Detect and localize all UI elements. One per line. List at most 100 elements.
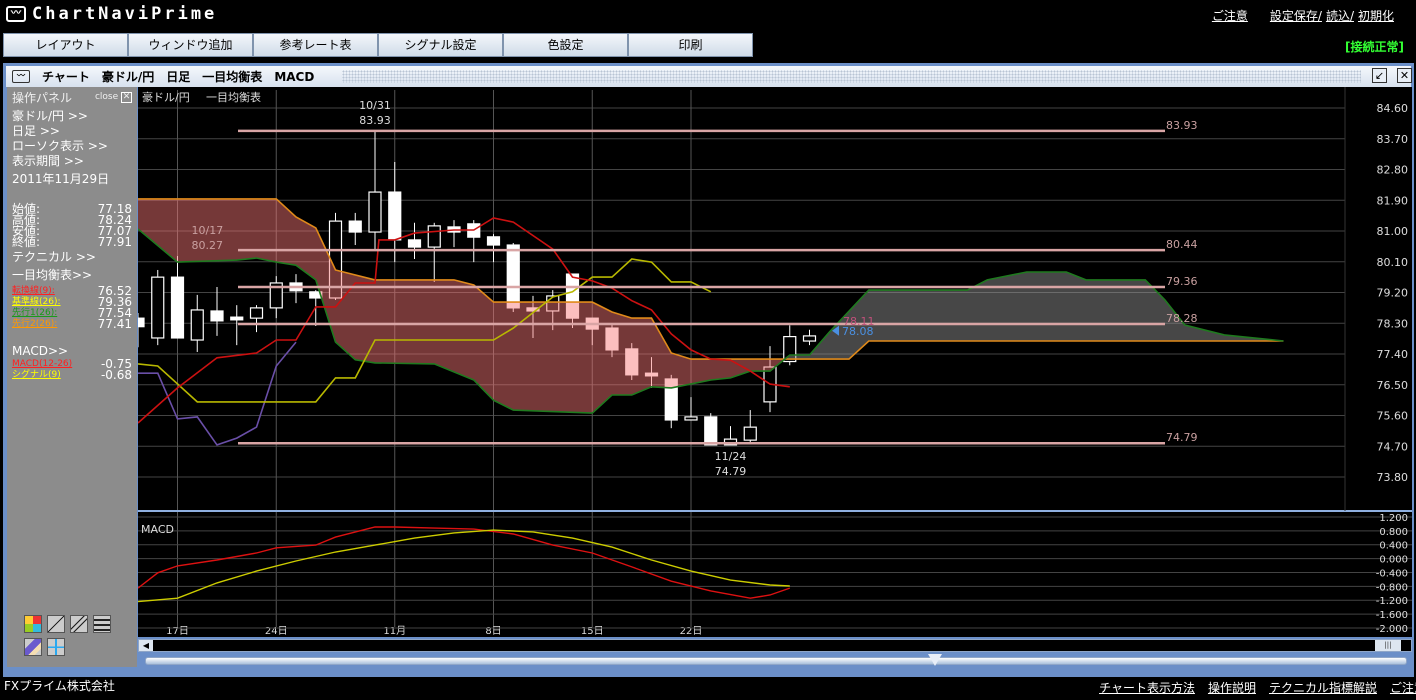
candle-up [249, 307, 264, 319]
drawing-tools-row-2 [24, 638, 65, 656]
candle-down [407, 239, 422, 248]
technical-guide-link[interactable]: テクニカル指標解説 [1269, 679, 1377, 696]
annotation-date: 10/31 [359, 99, 391, 112]
panel-title: 操作パネル [12, 90, 73, 105]
close-row: 終値: 77.91 [12, 235, 132, 249]
ichimoku-row: 先行2(26): 77.41 [12, 317, 132, 331]
price-chart[interactable]: 84.60 83.70 82.80 81.90 81.00 80.10 79.20 78.30… [138, 87, 1412, 637]
chart-pair-label: 豪ドル/円 [142, 90, 190, 104]
candle-down [230, 316, 244, 321]
period-slider-track[interactable] [145, 657, 1407, 665]
macd-tick-label: 0.400 [1379, 541, 1408, 552]
titlebar-drag-area[interactable] [342, 70, 1361, 83]
scroll-thumb[interactable]: ||| [1375, 640, 1401, 651]
macd-panel-label: MACD [141, 523, 174, 536]
candle-up [190, 309, 204, 341]
main-menu: レイアウト ウィンドウ追加 参考レート表 シグナル設定 色設定 印刷 [3, 33, 753, 57]
ichimoku-link[interactable]: 一目均衡表>> [12, 268, 132, 283]
trendline-icon[interactable] [47, 615, 65, 633]
candle-up [368, 191, 382, 233]
ichimoku-label[interactable]: 先行1(26): [12, 308, 57, 319]
price-tick-label: 81.90 [1377, 194, 1409, 207]
title-chart: チャート [42, 70, 90, 84]
technical-link[interactable]: テクニカル >> [12, 250, 132, 265]
candle-display-link[interactable]: ローソク表示 >> [12, 139, 132, 154]
scroll-left-button[interactable]: ◀ [139, 640, 153, 651]
ichimoku-label[interactable]: 先行2(26): [12, 319, 57, 330]
footer-notice-link[interactable]: ご注意 [1390, 679, 1416, 696]
crosshair-icon[interactable] [47, 638, 65, 656]
chart-icon: 〰 [12, 70, 30, 83]
close-icon[interactable]: ✕ [1397, 68, 1412, 83]
current-price-label: 78.08 [842, 325, 874, 338]
logo-icon: 〰 [6, 6, 26, 22]
macd-label[interactable]: MACD(12-26) [12, 359, 72, 370]
macd-tick-label: -2.000 [1376, 624, 1408, 635]
timeframe-link[interactable]: 日足 >> [12, 124, 132, 139]
candle-down [348, 220, 362, 233]
macd-tick-label: 0.000 [1379, 555, 1408, 566]
title-pair: 豪ドル/円 [101, 70, 155, 84]
price-tick-label: 83.70 [1377, 133, 1409, 146]
macd-tick-label: 0.800 [1379, 527, 1408, 538]
load-settings-link[interactable]: 読込/ [1326, 7, 1354, 24]
pair-link[interactable]: 豪ドル/円 >> [12, 109, 132, 124]
level-label: 74.79 [1166, 431, 1198, 444]
level-label: 79.36 [1166, 275, 1198, 288]
operation-panel: 操作パネル close ✕ 豪ドル/円 >> 日足 >> ローソク表示 >> 表示… [7, 87, 137, 667]
horizontal-lines-icon[interactable] [93, 615, 111, 633]
print-button[interactable]: 印刷 [628, 33, 753, 57]
company-name: FXプライム株式会社 [4, 679, 115, 693]
selected-date: 2011年11月29日 [12, 172, 110, 186]
close-box-icon: ✕ [121, 91, 132, 103]
chart-indicator-label: 一目均衡表 [206, 90, 261, 104]
panel-close-button[interactable]: close ✕ [94, 91, 132, 103]
close-value: 77.91 [97, 235, 132, 249]
top-links: ご注意 設定保存/ 読込/ 初期化 [1212, 7, 1394, 24]
window-titlebar[interactable]: 〰 チャート 豪ドル/円 日足 一目均衡表 MACD [6, 66, 1411, 87]
reset-settings-link[interactable]: 初期化 [1358, 7, 1394, 24]
price-tick-label: 78.30 [1377, 317, 1409, 330]
parallel-lines-icon[interactable] [70, 615, 88, 633]
candle-down [486, 236, 501, 246]
color-settings-button[interactable]: 色設定 [503, 33, 628, 57]
chart-howto-link[interactable]: チャート表示方法 [1099, 679, 1195, 696]
price-tick-label: 73.80 [1377, 471, 1409, 484]
close-label: 終値: [12, 235, 41, 249]
period-slider-thumb[interactable] [928, 654, 942, 666]
save-settings-link[interactable]: 設定保存/ [1270, 7, 1322, 24]
add-window-button[interactable]: ウィンドウ追加 [128, 33, 253, 57]
ichimoku-value: 77.41 [97, 317, 132, 331]
close-label: close [94, 91, 119, 102]
level-label: 80.44 [1166, 238, 1198, 251]
connection-status: [接続正常] [1345, 40, 1404, 54]
annotation-value: 74.79 [715, 465, 747, 478]
candle-up [151, 276, 165, 339]
annotation-value: 80.27 [192, 239, 224, 252]
price-tick-label: 84.60 [1377, 102, 1409, 115]
macd-row: シグナル(9) -0.68 [12, 369, 132, 381]
color-palette-icon[interactable] [24, 615, 42, 633]
level-label: 83.93 [1166, 119, 1198, 132]
reference-rates-button[interactable]: 参考レート表 [253, 33, 378, 57]
ichimoku-label[interactable]: 転換線(9): [12, 286, 55, 297]
annotation-value: 83.93 [359, 114, 391, 127]
instructions-link[interactable]: 操作説明 [1208, 679, 1256, 696]
eraser-icon[interactable] [24, 638, 42, 656]
candle-up [743, 426, 757, 441]
candle-down [388, 191, 402, 241]
layout-button[interactable]: レイアウト [3, 33, 128, 57]
ichimoku-label[interactable]: 基準線(26): [12, 297, 61, 308]
title-timeframe: 日足 [166, 70, 191, 84]
candle-up [427, 225, 441, 248]
signal-settings-button[interactable]: シグナル設定 [378, 33, 503, 57]
restore-icon[interactable]: ↙ [1372, 68, 1387, 83]
macd-tick-label: -0.400 [1376, 568, 1408, 579]
candle-down [704, 416, 718, 446]
notice-link[interactable]: ご注意 [1212, 7, 1248, 24]
price-tick-label: 81.00 [1377, 225, 1409, 238]
macd-label[interactable]: シグナル(9) [12, 370, 61, 381]
period-link[interactable]: 表示期間 >> [12, 154, 132, 169]
chart-scrollbar[interactable]: ◀ ||| [138, 639, 1412, 652]
price-tick-label: 74.70 [1377, 440, 1409, 453]
